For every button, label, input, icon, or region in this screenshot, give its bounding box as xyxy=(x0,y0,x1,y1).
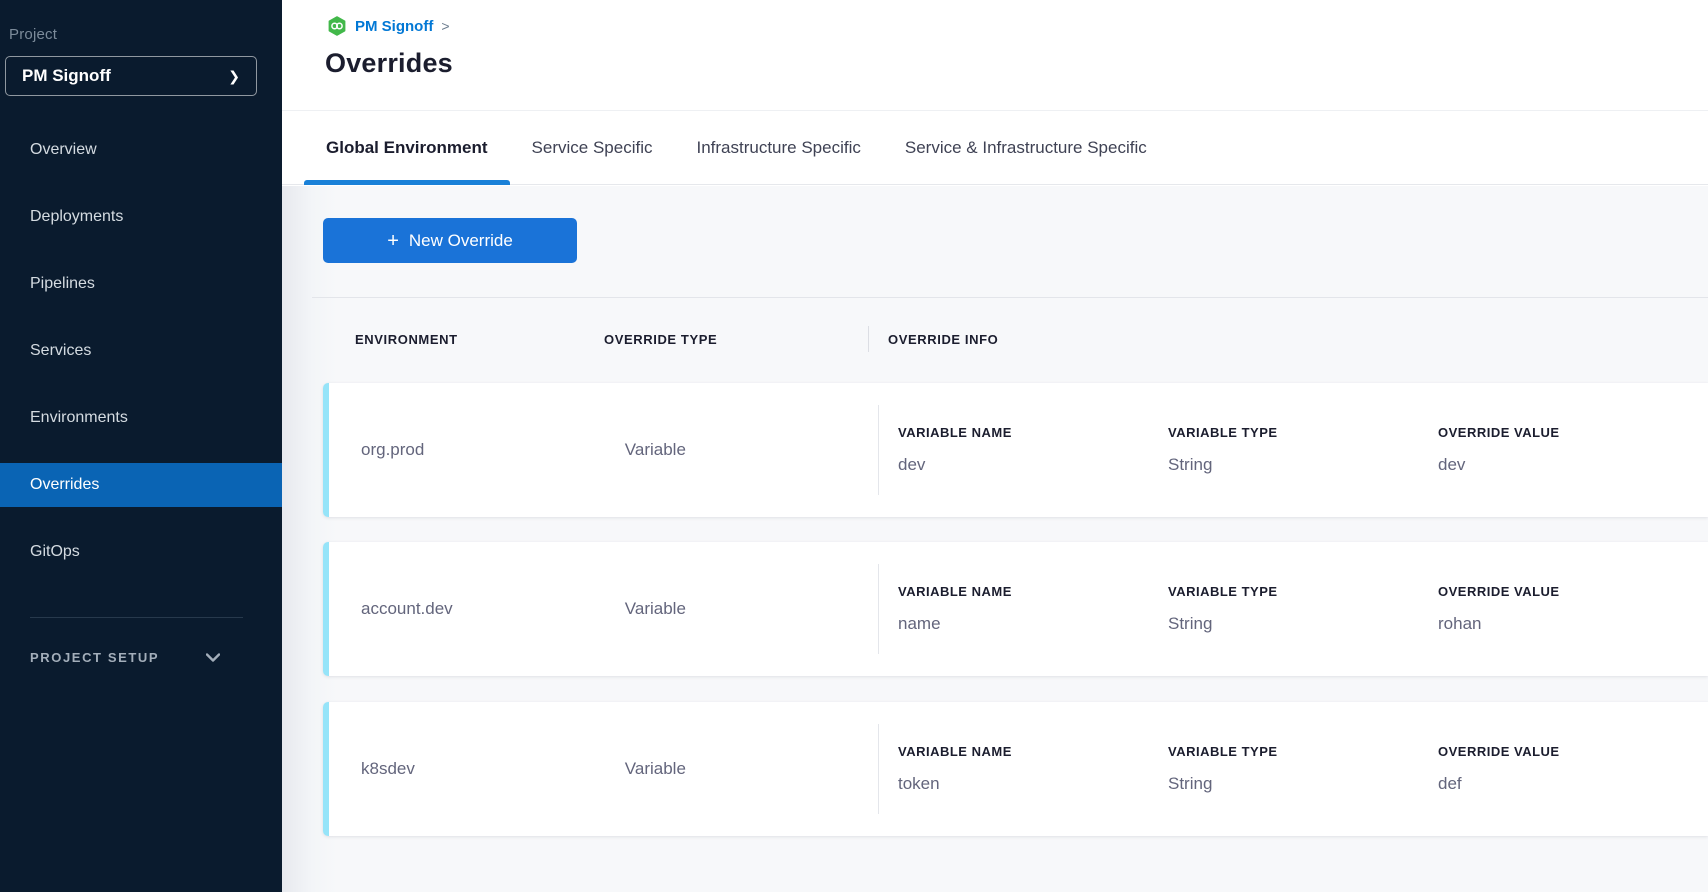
variable-type-value: String xyxy=(1168,614,1438,634)
project-hexagon-icon xyxy=(327,16,347,36)
page-title: Overrides xyxy=(325,48,453,79)
project-selector-value: PM Signoff xyxy=(22,66,111,86)
new-override-button-label: New Override xyxy=(409,231,513,251)
tab-service-and-infrastructure-specific[interactable]: Service & Infrastructure Specific xyxy=(883,111,1169,184)
sidebar-item-label: Services xyxy=(30,342,91,360)
sidebar-divider xyxy=(30,617,243,618)
override-row[interactable]: account.dev Variable VARIABLE NAME name … xyxy=(323,542,1708,676)
header-vertical-divider xyxy=(868,326,869,352)
tab-bar: Global Environment Service Specific Infr… xyxy=(282,110,1708,185)
sidebar-nav: Overview Deployments Pipelines Services … xyxy=(0,128,282,597)
tab-service-specific[interactable]: Service Specific xyxy=(510,111,675,184)
row-override-type: Variable xyxy=(625,702,878,836)
sidebar: Project PM Signoff ❯ Overview Deployment… xyxy=(0,0,282,892)
sidebar-item-environments[interactable]: Environments xyxy=(0,396,282,440)
breadcrumb-project-link[interactable]: PM Signoff xyxy=(355,18,433,35)
project-setup-label: PROJECT SETUP xyxy=(30,650,159,665)
variable-type-label: VARIABLE TYPE xyxy=(1168,425,1438,440)
row-accent-bar xyxy=(323,383,329,517)
column-header-override-type: OVERRIDE TYPE xyxy=(604,332,868,347)
row-accent-bar xyxy=(323,702,329,836)
override-value-label: OVERRIDE VALUE xyxy=(1438,744,1708,759)
sidebar-item-label: GitOps xyxy=(30,543,80,561)
new-override-button[interactable]: + New Override xyxy=(323,218,577,263)
chevron-right-icon: ❯ xyxy=(228,68,240,85)
sidebar-item-label: Overview xyxy=(30,141,97,159)
app-window: Project PM Signoff ❯ Overview Deployment… xyxy=(0,0,1708,892)
main-content: PM Signoff > Overrides Global Environmen… xyxy=(282,0,1708,892)
variable-name-value: token xyxy=(898,774,1168,794)
sidebar-item-label: Deployments xyxy=(30,208,123,226)
sidebar-item-pipelines[interactable]: Pipelines xyxy=(0,262,282,306)
column-header-environment: ENVIRONMENT xyxy=(323,332,604,347)
row-override-type: Variable xyxy=(625,542,878,676)
sidebar-item-services[interactable]: Services xyxy=(0,329,282,373)
row-override-info: VARIABLE NAME token VARIABLE TYPE String… xyxy=(879,702,1708,836)
override-value-label: OVERRIDE VALUE xyxy=(1438,584,1708,599)
project-label: Project xyxy=(9,26,57,43)
variable-name-value: name xyxy=(898,614,1168,634)
variable-name-label: VARIABLE NAME xyxy=(898,584,1168,599)
tab-global-environment[interactable]: Global Environment xyxy=(304,111,510,184)
variable-name-label: VARIABLE NAME xyxy=(898,744,1168,759)
row-environment: account.dev xyxy=(323,542,625,676)
override-value-label: OVERRIDE VALUE xyxy=(1438,425,1708,440)
row-environment: k8sdev xyxy=(323,702,625,836)
variable-type-label: VARIABLE TYPE xyxy=(1168,584,1438,599)
variable-type-value: String xyxy=(1168,774,1438,794)
project-setup-toggle[interactable]: PROJECT SETUP xyxy=(30,650,220,665)
table-header: ENVIRONMENT OVERRIDE TYPE OVERRIDE INFO xyxy=(323,326,1708,352)
plus-icon: + xyxy=(387,231,399,251)
variable-type-label: VARIABLE TYPE xyxy=(1168,744,1438,759)
override-row[interactable]: k8sdev Variable VARIABLE NAME token VARI… xyxy=(323,702,1708,836)
column-header-override-info: OVERRIDE INFO xyxy=(888,332,998,347)
sidebar-item-gitops[interactable]: GitOps xyxy=(0,530,282,574)
row-accent-bar xyxy=(323,542,329,676)
row-environment: org.prod xyxy=(323,383,625,517)
sidebar-item-label: Environments xyxy=(30,409,128,427)
project-selector[interactable]: PM Signoff ❯ xyxy=(5,56,257,96)
row-override-info: VARIABLE NAME name VARIABLE TYPE String … xyxy=(879,542,1708,676)
table-top-divider xyxy=(312,297,1708,298)
override-value-value: rohan xyxy=(1438,614,1708,634)
breadcrumb-separator: > xyxy=(441,18,449,34)
overrides-content: + New Override ENVIRONMENT OVERRIDE TYPE… xyxy=(282,186,1708,892)
variable-name-label: VARIABLE NAME xyxy=(898,425,1168,440)
override-value-value: def xyxy=(1438,774,1708,794)
variable-name-value: dev xyxy=(898,455,1168,475)
chevron-down-icon xyxy=(206,653,220,662)
sidebar-item-overrides[interactable]: Overrides xyxy=(0,463,282,507)
variable-type-value: String xyxy=(1168,455,1438,475)
sidebar-item-label: Overrides xyxy=(30,476,99,494)
row-override-type: Variable xyxy=(625,383,878,517)
breadcrumb: PM Signoff > xyxy=(327,15,450,37)
sidebar-item-overview[interactable]: Overview xyxy=(0,128,282,172)
sidebar-item-label: Pipelines xyxy=(30,275,95,293)
row-override-info: VARIABLE NAME dev VARIABLE TYPE String O… xyxy=(879,383,1708,517)
override-row[interactable]: org.prod Variable VARIABLE NAME dev VARI… xyxy=(323,383,1708,517)
sidebar-item-deployments[interactable]: Deployments xyxy=(0,195,282,239)
override-value-value: dev xyxy=(1438,455,1708,475)
tab-infrastructure-specific[interactable]: Infrastructure Specific xyxy=(674,111,882,184)
